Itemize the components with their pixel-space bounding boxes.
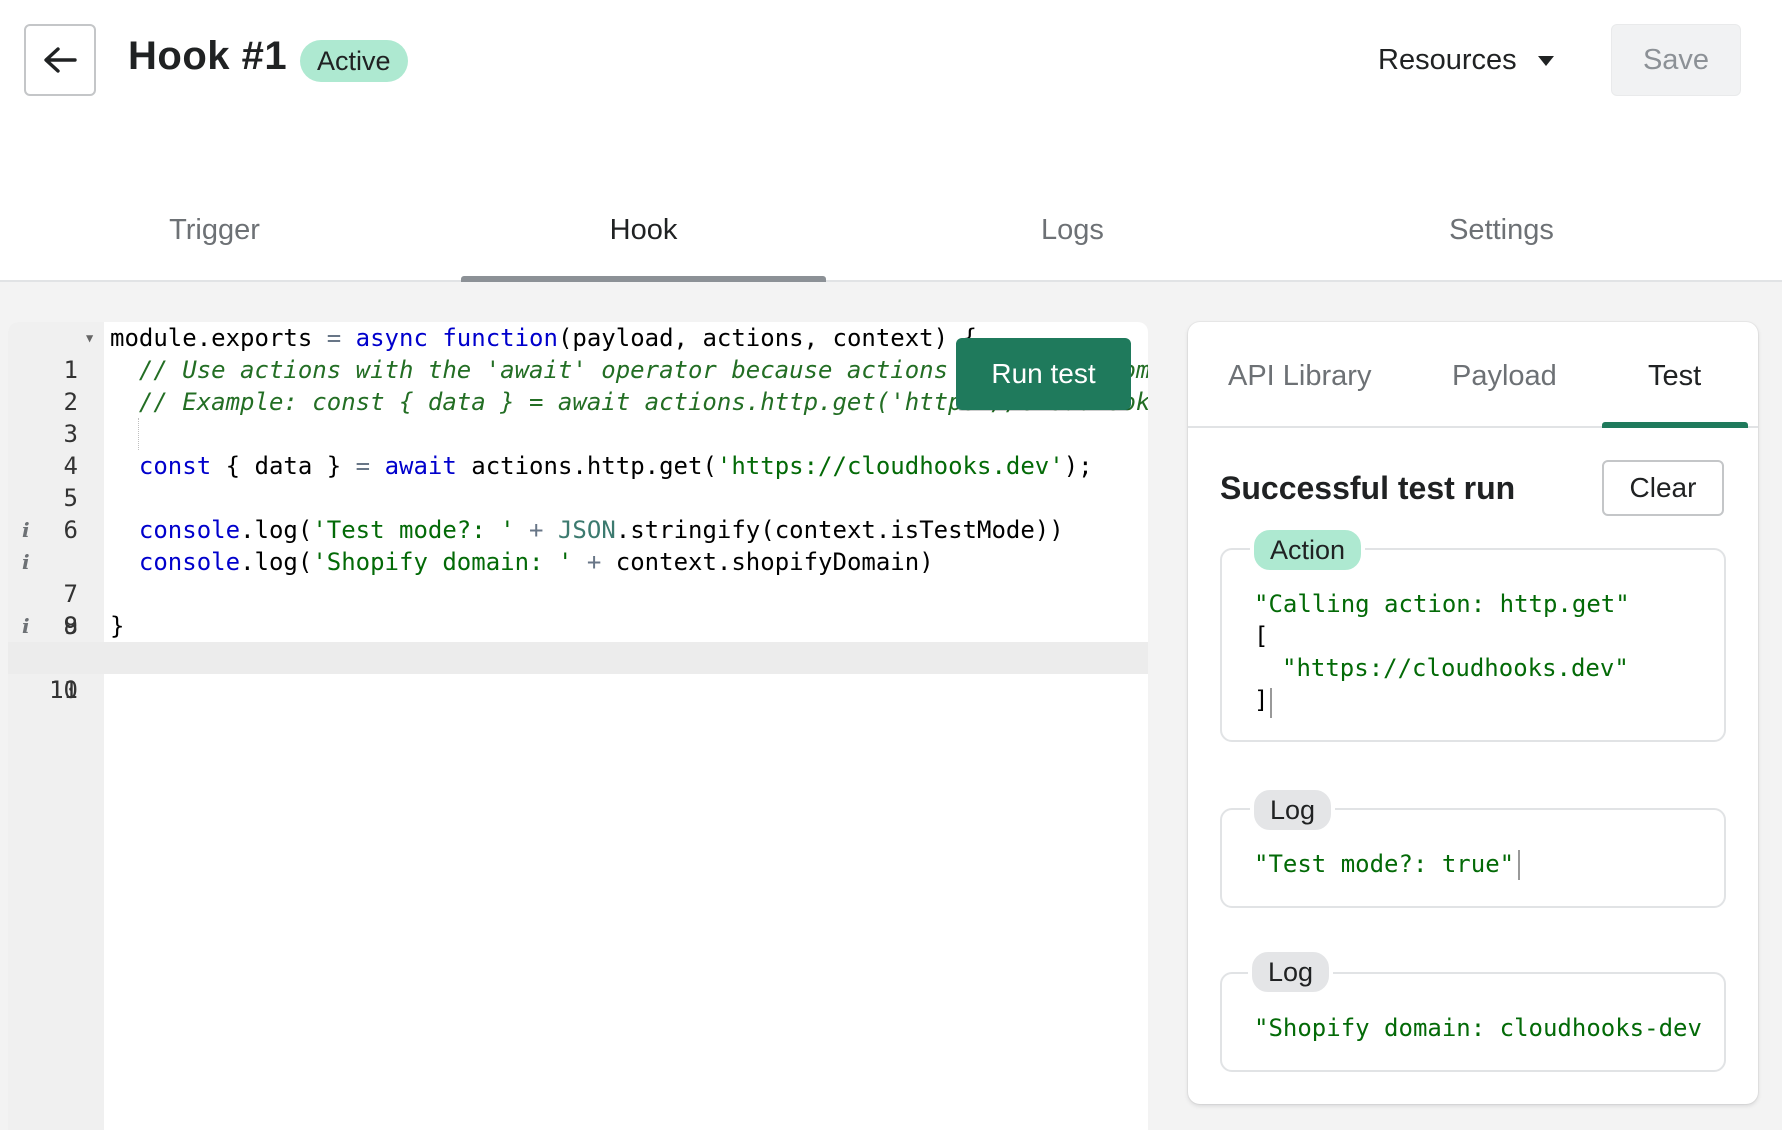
open-bracket: [ bbox=[1254, 622, 1269, 650]
code-token: actions.http.get( bbox=[456, 452, 717, 480]
side-panel: API Library Payload Test Successful test… bbox=[1188, 322, 1758, 1104]
tab-payload[interactable]: Payload bbox=[1452, 360, 1557, 393]
code-line[interactable]: 5 const { data } = await actions.http.ge… bbox=[8, 450, 1148, 512]
entry-text: "Shopify domain: cloudhooks-dev bbox=[1254, 1014, 1702, 1042]
code-token: console bbox=[138, 548, 241, 576]
code-token: } bbox=[110, 612, 125, 640]
tab-settings[interactable]: Settings bbox=[1287, 200, 1716, 282]
info-icon[interactable]: i bbox=[22, 610, 30, 642]
log-entry-card: Log "Test mode?: true" bbox=[1220, 786, 1726, 908]
code-token: 'https://cloudhooks.dev' bbox=[716, 452, 1064, 480]
code-token: ); bbox=[1063, 452, 1093, 480]
save-button[interactable]: Save bbox=[1611, 24, 1741, 96]
code-token: const bbox=[138, 452, 212, 480]
result-title: Successful test run bbox=[1220, 470, 1516, 506]
fold-arrow-icon[interactable]: ▼ bbox=[86, 322, 93, 354]
run-test-button[interactable]: Run test bbox=[956, 338, 1131, 410]
code-token: .stringify(context.isTestMode)) bbox=[615, 516, 1064, 544]
code-token: { data } bbox=[211, 452, 356, 480]
code-line[interactable]: 4 bbox=[8, 418, 1148, 480]
back-button[interactable] bbox=[24, 24, 96, 96]
code-token: .log( bbox=[240, 548, 313, 576]
code-line[interactable]: 9 bbox=[8, 578, 1148, 640]
code-token: (payload, actions, context) { bbox=[557, 324, 977, 352]
action-entry-card: Action "Calling action: http.get" [ "htt… bbox=[1220, 526, 1726, 742]
log-badge: Log bbox=[1250, 786, 1336, 834]
arrow-left-icon bbox=[44, 47, 77, 73]
panel-tabs: API Library Payload Test bbox=[1188, 322, 1758, 428]
code-token: async bbox=[355, 324, 428, 352]
info-icon[interactable]: i bbox=[22, 546, 30, 578]
code-token: context.shopifyDomain) bbox=[615, 548, 934, 576]
tab-api-library[interactable]: API Library bbox=[1228, 360, 1371, 393]
code-token: 'Test mode?: ' bbox=[312, 516, 515, 544]
code-editor[interactable]: 1 ▼ module.exports = async function(payl… bbox=[8, 322, 1148, 1130]
code-token: + bbox=[572, 548, 616, 576]
page-title: Hook #1 bbox=[128, 34, 288, 78]
entry-text: "Test mode?: true" bbox=[1254, 850, 1515, 878]
text-cursor bbox=[1270, 688, 1272, 718]
entry-text: "Calling action: http.get" bbox=[1254, 590, 1630, 618]
entry-text: "https://cloudhooks.dev" bbox=[1282, 654, 1629, 682]
caret-down-icon bbox=[1537, 55, 1554, 66]
main-tabs: Trigger Hook Logs Settings bbox=[0, 200, 1782, 282]
code-line[interactable]: i 8 console.log('Shopify domain: ' + con… bbox=[8, 546, 1148, 640]
code-token: JSON bbox=[557, 516, 616, 544]
code-line-active[interactable]: 11 bbox=[8, 642, 1148, 704]
tab-logs[interactable]: Logs bbox=[858, 200, 1287, 282]
tab-test[interactable]: Test bbox=[1648, 360, 1701, 393]
resources-menu[interactable]: Resources bbox=[1378, 44, 1555, 77]
code-token: = bbox=[355, 452, 371, 480]
text-cursor bbox=[1518, 850, 1520, 880]
code-line[interactable]: 6 bbox=[8, 482, 1148, 544]
tab-trigger[interactable]: Trigger bbox=[0, 200, 429, 282]
info-icon[interactable]: i bbox=[22, 514, 30, 546]
resources-label: Resources bbox=[1378, 44, 1517, 76]
code-line[interactable]: i 7 console.log('Test mode?: ' + JSON.st… bbox=[8, 514, 1148, 608]
tab-hook[interactable]: Hook bbox=[429, 200, 858, 282]
code-token: module.exports bbox=[110, 324, 327, 352]
code-token: .log( bbox=[240, 516, 313, 544]
code-token: await bbox=[384, 452, 457, 480]
code-token: = bbox=[326, 324, 356, 352]
code-line[interactable]: i 10 } bbox=[8, 610, 1148, 704]
code-token: function bbox=[442, 324, 558, 352]
code-token: 'Shopify domain: ' bbox=[312, 548, 573, 576]
status-badge: Active bbox=[300, 40, 408, 82]
log-badge: Log bbox=[1248, 948, 1334, 996]
clear-button[interactable]: Clear bbox=[1602, 460, 1724, 516]
active-tab-indicator bbox=[1602, 422, 1748, 428]
close-bracket: ] bbox=[1254, 686, 1269, 714]
page-header: Hook #1 Active Resources Save Trigger Ho… bbox=[0, 0, 1782, 282]
code-token: console bbox=[138, 516, 241, 544]
line-number: 11 bbox=[49, 676, 78, 704]
action-badge: Action bbox=[1250, 526, 1366, 574]
code-token: + bbox=[514, 516, 558, 544]
